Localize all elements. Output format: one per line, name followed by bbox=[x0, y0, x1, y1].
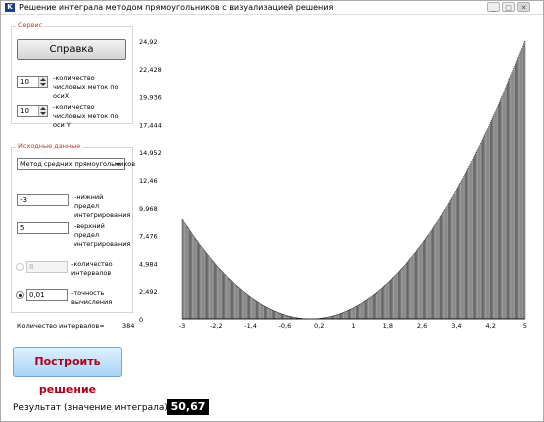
y-tick-label: 2,492 bbox=[139, 288, 158, 296]
y-tick-label: 19,936 bbox=[139, 94, 162, 102]
y-tick-label: 22,428 bbox=[139, 66, 162, 74]
chart-bar bbox=[523, 41, 526, 320]
x-tick-label: 1,8 bbox=[383, 322, 393, 330]
y-tick-label: 17,444 bbox=[139, 121, 162, 129]
y-tick-label: 9,968 bbox=[139, 205, 158, 213]
y-tick-label: 4,984 bbox=[139, 260, 158, 268]
y-tick-label: 7,476 bbox=[139, 233, 158, 241]
x-tick-label: -3 bbox=[179, 322, 185, 330]
x-tick-label: 4,2 bbox=[486, 322, 496, 330]
y-tick-label: 0 bbox=[139, 316, 143, 324]
integral-chart: 0 2,492 4,984 7,476 9,968 12,46 14,952 17,444 19… bbox=[139, 38, 527, 330]
x-tick-label: 1 bbox=[351, 322, 355, 330]
y-tick-label: 14,952 bbox=[139, 149, 162, 157]
y-tick-label: 24,92 bbox=[139, 38, 158, 46]
x-tick-label: -1,4 bbox=[244, 322, 257, 330]
x-tick-label: -2,2 bbox=[210, 322, 223, 330]
app-window: K Решение интеграла методом прямоугольни… bbox=[0, 0, 544, 422]
y-tick-label: 12,46 bbox=[139, 177, 158, 185]
x-tick-label: 5 bbox=[523, 322, 527, 330]
x-tick-label: 0,2 bbox=[314, 322, 324, 330]
x-tick-label: 3,4 bbox=[451, 322, 461, 330]
x-tick-label: -0,6 bbox=[279, 322, 292, 330]
x-tick-label: 2,6 bbox=[417, 322, 427, 330]
